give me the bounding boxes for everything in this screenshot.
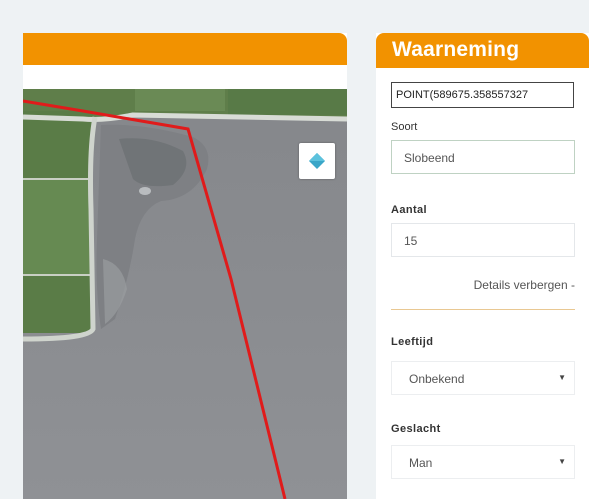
details-toggle-link[interactable]: Details verbergen - [474,278,575,292]
layers-icon [309,153,325,169]
age-select-value: Onbekend [409,372,465,386]
count-label: Aantal [391,204,428,216]
species-label: Soort [391,121,418,133]
sex-select-value: Man [409,456,433,470]
divider [391,309,575,310]
chevron-down-icon: ▼ [558,373,566,382]
coordinate-field[interactable]: POINT(589675.358557327 [391,82,574,108]
age-label: Leeftijd [391,336,434,348]
age-select[interactable]: Onbekend ▼ [391,361,575,395]
sex-select[interactable]: Man ▼ [391,445,575,479]
map-panel [23,33,347,499]
sex-label: Geslacht [391,423,441,435]
panel-header: Waarneming [376,33,589,68]
species-input[interactable]: Slobeend [391,140,575,174]
count-input[interactable]: 15 [391,223,575,257]
map-panel-header [23,33,347,65]
layer-switcher-button[interactable] [299,143,335,179]
panel-title: Waarneming [392,38,520,61]
chevron-down-icon: ▼ [558,457,566,466]
observation-panel: Waarneming POINT(589675.358557327 Soort … [376,33,589,499]
